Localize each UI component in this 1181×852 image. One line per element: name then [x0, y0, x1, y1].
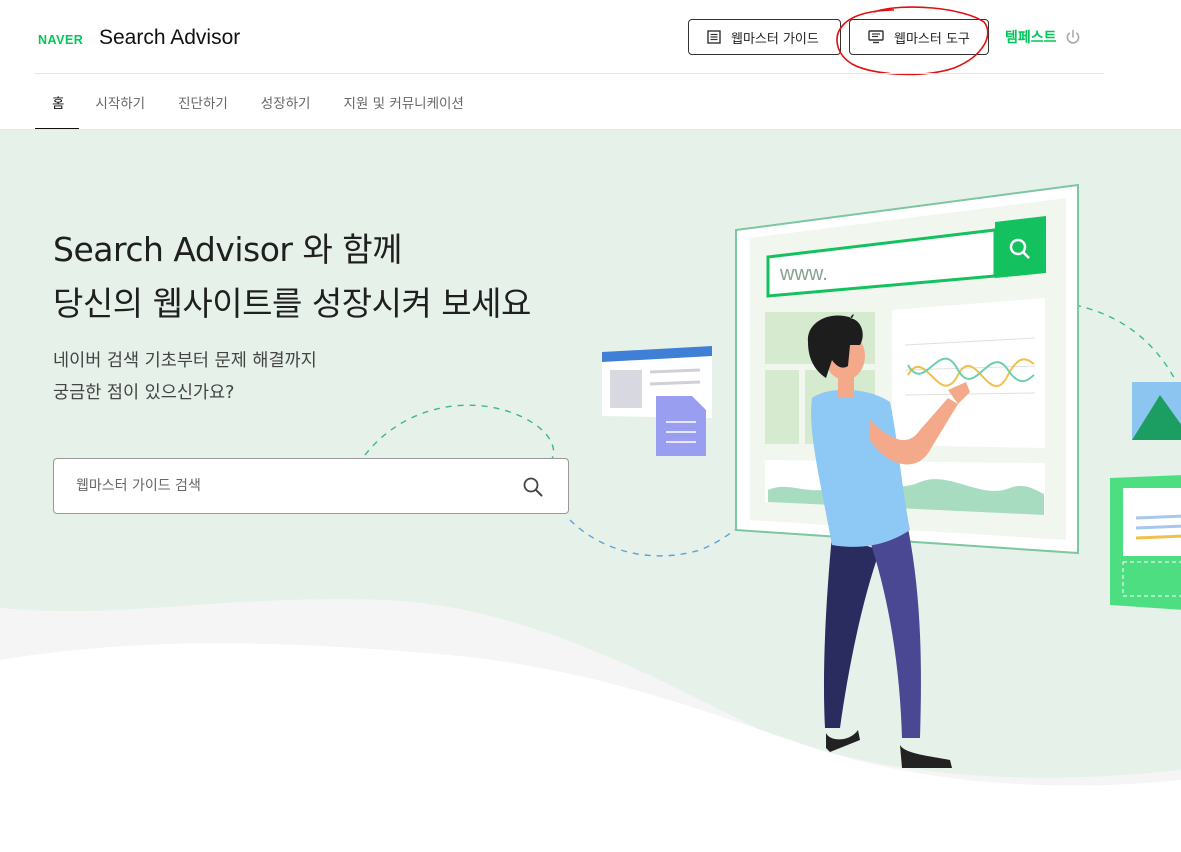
naver-logo[interactable]: NAVER	[38, 33, 83, 47]
guide-search-input[interactable]	[76, 478, 496, 494]
nav-label: 성장하기	[260, 96, 311, 112]
nav-label: 진단하기	[178, 96, 228, 112]
guide-search-box	[53, 458, 569, 514]
user-name[interactable]: 템페스트	[1005, 27, 1057, 47]
hero-section: www. Search Advisor 와 함께 당신의 웹사이트를 성장시켜 …	[0, 130, 1181, 852]
webmaster-tools-label: 웹마스터 도구	[894, 31, 970, 47]
power-icon[interactable]	[1064, 28, 1082, 46]
webmaster-tools-button[interactable]: 웹마스터 도구	[849, 19, 989, 55]
hero-subtitle-line1: 네이버 검색 기초부터 문제 해결까지	[53, 351, 317, 371]
webmaster-guide-button[interactable]: 웹마스터 가이드	[688, 19, 841, 55]
nav-grow[interactable]: 성장하기	[244, 74, 327, 130]
nav-getting-started[interactable]: 시작하기	[79, 74, 161, 130]
hero-subtitle: 네이버 검색 기초부터 문제 해결까지 궁금한 점이 있으신가요?	[53, 345, 317, 409]
nav-label: 지원 및 커뮤니케이션	[343, 96, 464, 112]
hero-title: Search Advisor 와 함께 당신의 웹사이트를 성장시켜 보세요	[53, 223, 531, 331]
main-nav: 홈 시작하기 진단하기 성장하기 지원 및 커뮤니케이션	[35, 74, 480, 130]
monitor-icon	[868, 30, 884, 44]
nav-support-community[interactable]: 지원 및 커뮤니케이션	[326, 74, 479, 130]
nav-label: 시작하기	[95, 96, 146, 112]
site-title[interactable]: Search Advisor	[99, 26, 240, 50]
hero-title-line2: 당신의 웹사이트를 성장시켜 보세요	[53, 284, 531, 323]
hero-title-line1: Search Advisor 와 함께	[53, 230, 403, 269]
hero-subtitle-line2: 궁금한 점이 있으신가요?	[53, 383, 235, 403]
nav-home[interactable]: 홈	[35, 74, 80, 130]
top-header: NAVER Search Advisor 웹마스터 가이드 웹마스터 도구 템페…	[0, 0, 1181, 76]
search-icon[interactable]	[522, 476, 544, 498]
nav-diagnose[interactable]: 진단하기	[161, 74, 244, 130]
illustration-url-text: www.	[779, 263, 828, 285]
webmaster-guide-label: 웹마스터 가이드	[731, 31, 819, 47]
document-list-icon	[707, 30, 721, 44]
nav-label: 홈	[52, 96, 65, 112]
